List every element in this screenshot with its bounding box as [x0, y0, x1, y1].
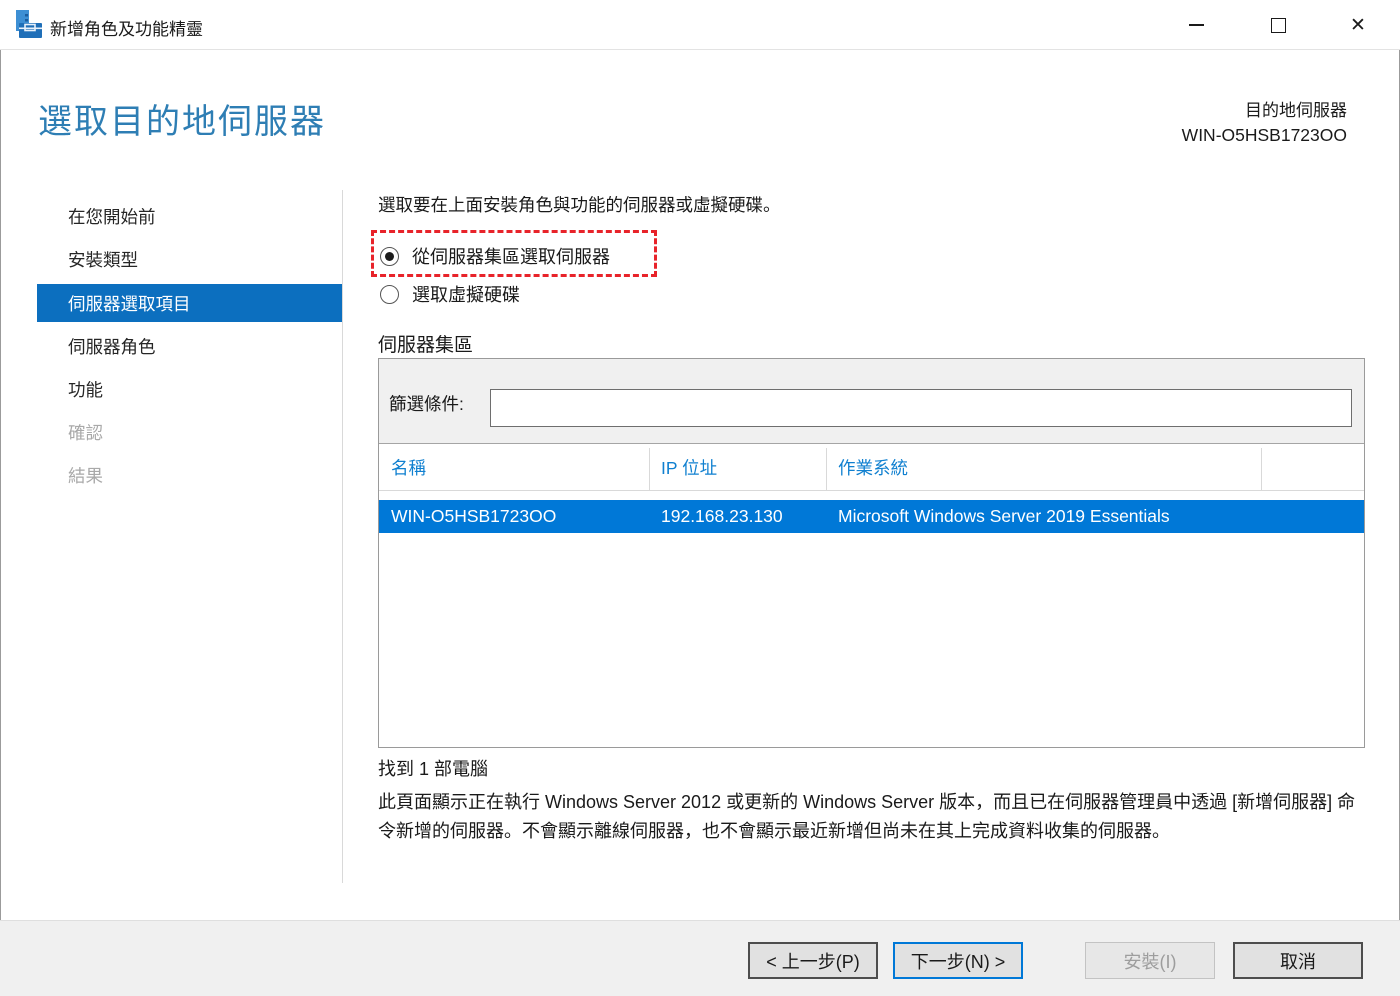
sidebar-item-confirmation: 確認	[68, 423, 103, 443]
sidebar-item-server-selection[interactable]: 伺服器選取項目	[37, 284, 342, 322]
table-row-selected[interactable]: WIN-O5HSB1723OO 192.168.23.130 Microsoft…	[379, 500, 1364, 533]
column-separator[interactable]	[1261, 448, 1262, 491]
cell-server-ip: 192.168.23.130	[661, 506, 783, 526]
title-bar: 新增角色及功能精靈 ✕	[0, 0, 1400, 50]
minimize-icon	[1188, 24, 1204, 26]
radio-label: 選取虛擬硬碟	[412, 285, 520, 305]
destination-server-name: WIN-O5HSB1723OO	[1181, 125, 1347, 145]
column-header-os[interactable]: 作業系統	[826, 444, 1261, 491]
instruction-text: 選取要在上面安裝角色與功能的伺服器或虛擬硬碟。	[378, 195, 781, 215]
server-pool-panel: 篩選條件: 名稱 IP 位址 作業系統 WIN-O5HSB1723OO 192.…	[378, 358, 1365, 748]
wizard-steps-sidebar: 在您開始前 安裝類型 伺服器選取項目 伺服器角色 功能 確認 結果	[37, 195, 342, 497]
minimize-button[interactable]	[1170, 0, 1222, 50]
install-button[interactable]: 安裝(I)	[1085, 942, 1215, 979]
sidebar-item-installation-type[interactable]: 安裝類型	[37, 238, 342, 281]
header-underline	[379, 490, 1364, 491]
radio-select-from-server-pool[interactable]: 從伺服器集區選取伺服器	[380, 243, 610, 269]
page-description-text: 此頁面顯示正在執行 Windows Server 2012 或更新的 Windo…	[378, 792, 1356, 841]
server-table-header: 名稱 IP 位址 作業系統	[379, 444, 1364, 491]
cell-server-name: WIN-O5HSB1723OO	[391, 506, 557, 526]
filter-area: 篩選條件:	[379, 359, 1364, 444]
close-button[interactable]: ✕	[1332, 0, 1384, 50]
radio-unselected-icon	[380, 284, 399, 304]
filter-input[interactable]	[490, 389, 1352, 427]
radio-selected-icon	[380, 246, 399, 266]
server-manager-icon	[16, 10, 42, 38]
server-pool-section-label: 伺服器集區	[378, 335, 474, 356]
destination-server-label: 目的地伺服器	[1245, 101, 1347, 120]
computers-found-text: 找到 1 部電腦	[378, 759, 489, 779]
sidebar-item-features[interactable]: 功能	[37, 368, 342, 411]
next-button[interactable]: 下一步(N) >	[893, 942, 1023, 979]
sidebar-item-server-roles[interactable]: 伺服器角色	[37, 325, 342, 368]
page-title: 選取目的地伺服器	[38, 103, 326, 141]
sidebar-item-before-you-begin[interactable]: 在您開始前	[37, 195, 342, 238]
cancel-button[interactable]: 取消	[1233, 942, 1363, 979]
radio-label: 從伺服器集區選取伺服器	[412, 247, 610, 267]
previous-button[interactable]: < 上一步(P)	[748, 942, 878, 979]
filter-label: 篩選條件:	[389, 394, 464, 414]
close-icon: ✕	[1350, 14, 1366, 36]
maximize-icon	[1270, 17, 1286, 33]
sidebar-item-results: 結果	[68, 466, 103, 486]
column-header-name[interactable]: 名稱	[379, 444, 649, 491]
window-title: 新增角色及功能精靈	[50, 20, 203, 39]
maximize-button[interactable]	[1252, 0, 1304, 50]
footer-bar: < 上一步(P) 下一步(N) > 安裝(I) 取消	[0, 920, 1400, 996]
sidebar-divider	[342, 190, 343, 883]
column-header-ip[interactable]: IP 位址	[649, 444, 826, 491]
wizard-window: 新增角色及功能精靈 ✕ 選取目的地伺服器 目的地伺服器 WIN-O5HSB172…	[0, 0, 1400, 996]
radio-select-virtual-hard-disk[interactable]: 選取虛擬硬碟	[380, 281, 520, 307]
destination-server-block: 目的地伺服器 WIN-O5HSB1723OO	[1182, 96, 1347, 146]
cell-server-os: Microsoft Windows Server 2019 Essentials	[838, 506, 1170, 526]
